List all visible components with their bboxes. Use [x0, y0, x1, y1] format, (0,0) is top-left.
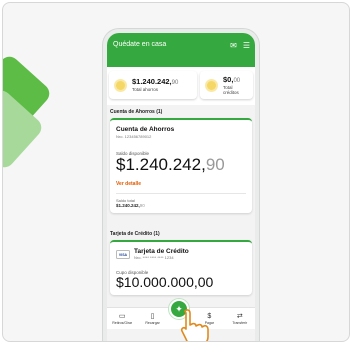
summary-cards: $1.240.242,90 Total ahorros $0,00 Total … [109, 71, 253, 99]
credit-section-title: Tarjeta de Crédito (1) [110, 231, 160, 237]
header-title: Quédate en casa [113, 41, 167, 48]
available-balance-cents: 90 [205, 155, 225, 174]
account-name: Cuenta de Ahorros [116, 126, 175, 133]
total-balance-amount: $1.240.242, [116, 203, 140, 208]
total-credit-label: Total créditos [223, 84, 239, 95]
app-header: Quédate en casa ✉ ☰ [107, 33, 255, 67]
nav-item-label: Retiros/Girar [112, 320, 133, 325]
total-credit-cents: 00 [233, 77, 241, 84]
visa-icon: VISA [116, 250, 130, 259]
savings-account-card[interactable]: Cuenta de Ahorros Nro. 123456789012 Sald… [110, 118, 252, 213]
mail-icon[interactable]: ✉ [230, 41, 237, 50]
savings-section-title: Cuenta de Ahorros (1) [110, 109, 163, 115]
coin-icon [205, 78, 218, 92]
total-savings-cents: 90 [171, 80, 179, 86]
phone-screen: Quédate en casa ✉ ☰ $1.240.242,90 Total … [103, 29, 259, 341]
cash-icon: ▭ [118, 312, 126, 320]
available-balance-amount: $1.240.242, [116, 155, 206, 174]
credit-card-card[interactable]: VISA Tarjeta de Crédito Nro. **** **** *… [110, 240, 252, 295]
total-savings-card[interactable]: $1.240.242,90 Total ahorros [109, 71, 197, 99]
nav-item-label: Transferir [232, 320, 248, 325]
nav-item-withdraw[interactable]: ▭ Retiros/Girar [108, 313, 136, 325]
nav-item-recharge[interactable]: ▯ Recargar [139, 313, 167, 325]
menu-icon[interactable]: ☰ [243, 41, 250, 50]
total-savings-label: Total ahorros [132, 87, 159, 92]
credit-card-name: Tarjeta de Crédito [134, 248, 189, 255]
nav-item-label: Recargar [145, 320, 160, 325]
coin-icon [114, 78, 127, 92]
account-number: Nro. 123456789012 [116, 134, 152, 139]
total-credit-amount: $0, [223, 74, 234, 84]
total-balance-cents: 90 [139, 203, 145, 208]
nav-item-transfer[interactable]: ⇄ Transferir [226, 313, 254, 325]
credit-card-number: Nro. **** **** **** 1234 [134, 255, 174, 260]
hand-pointer-icon [180, 309, 209, 341]
transfer-icon: ⇄ [236, 312, 243, 320]
phone-icon: ▯ [150, 312, 155, 320]
total-credit-card[interactable]: $0,00 Total créditos [200, 71, 253, 99]
screenshot-frame: Quédate en casa ✉ ☰ $1.240.242,90 Total … [2, 2, 350, 342]
available-quota-amount: $10.000.000,00 [116, 274, 214, 290]
view-detail-link[interactable]: Ver detalle [116, 181, 246, 194]
total-savings-amount: $1.240.242, [132, 77, 172, 86]
